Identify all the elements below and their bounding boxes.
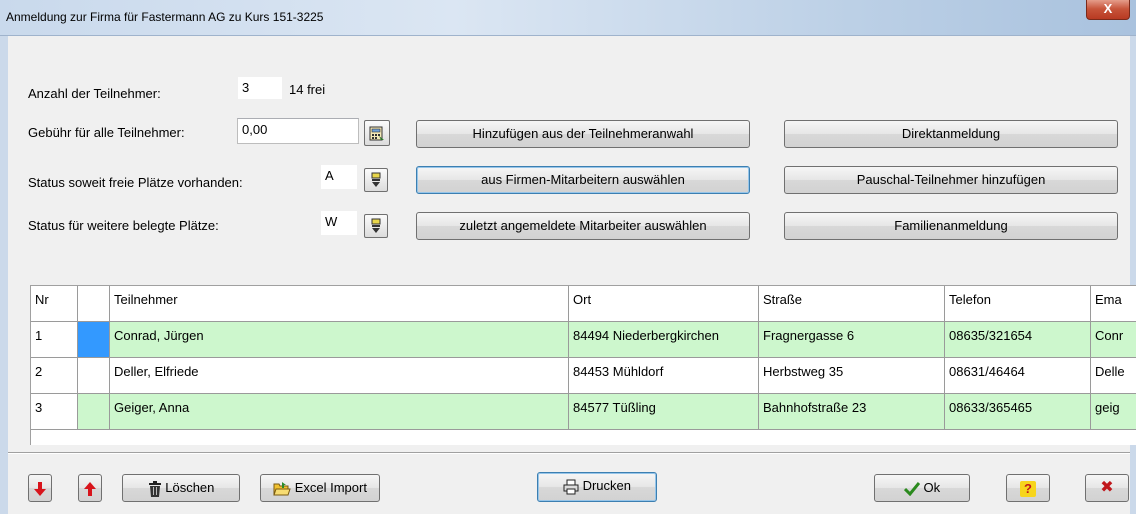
dialog-window: Anmeldung zur Firma für Fastermann AG zu… bbox=[0, 0, 1136, 514]
column-header-street[interactable]: Straße bbox=[759, 286, 945, 322]
status-booked-label: Status für weitere belegte Plätze: bbox=[28, 218, 219, 233]
arrow-up-icon bbox=[84, 480, 96, 496]
excel-import-button[interactable]: Excel Import bbox=[260, 474, 380, 502]
select-company-staff-button[interactable]: aus Firmen-Mitarbeitern auswählen bbox=[416, 166, 750, 194]
checkmark-icon bbox=[903, 480, 924, 496]
participants-count-field[interactable]: 3 bbox=[237, 76, 283, 100]
fee-label: Gebühr für alle Teilnehmer: bbox=[28, 125, 185, 140]
ok-button[interactable]: Ok bbox=[874, 474, 970, 502]
participant-phone: 08633/365465 bbox=[945, 394, 1091, 430]
add-flat-rate-participants-button[interactable]: Pauschal-Teilnehmer hinzufügen bbox=[784, 166, 1118, 194]
excel-import-button-label: Excel Import bbox=[294, 480, 367, 495]
participant-street: Fragnergasse 6 bbox=[759, 322, 945, 358]
help-button[interactable]: ? bbox=[1006, 474, 1050, 502]
select-last-registered-staff-button[interactable]: zuletzt angemeldete Mitarbeiter auswähle… bbox=[416, 212, 750, 240]
free-places-text: 14 frei bbox=[289, 82, 326, 97]
calculate-fee-button[interactable] bbox=[364, 120, 390, 146]
row-number: 2 bbox=[31, 358, 78, 394]
fee-input[interactable]: 0,00 bbox=[237, 118, 359, 144]
add-from-participant-selection-button[interactable]: Hinzufügen aus der Teilnehmeranwahl bbox=[416, 120, 750, 148]
column-header-email[interactable]: Ema bbox=[1091, 286, 1136, 322]
participant-name: Geiger, Anna bbox=[110, 394, 569, 430]
printer-icon bbox=[563, 478, 583, 495]
column-header-selector bbox=[78, 286, 110, 322]
table-row[interactable]: 2 Deller, Elfriede 84453 Mühldorf Herbst… bbox=[31, 358, 1136, 394]
status-free-input[interactable]: A bbox=[320, 164, 358, 190]
row-selection-indicator[interactable] bbox=[78, 394, 110, 430]
participant-email: Conr bbox=[1091, 322, 1136, 358]
cancel-button[interactable]: ✖ bbox=[1085, 474, 1129, 502]
participant-street: Herbstweg 35 bbox=[759, 358, 945, 394]
folder-open-icon bbox=[273, 480, 295, 496]
trash-icon bbox=[148, 480, 166, 497]
status-booked-input[interactable]: W bbox=[320, 210, 358, 236]
participant-city: 84453 Mühldorf bbox=[569, 358, 759, 394]
participant-city: 84494 Niederbergkirchen bbox=[569, 322, 759, 358]
delete-button-label: Löschen bbox=[165, 480, 215, 495]
window-close-button[interactable]: X bbox=[1086, 0, 1130, 20]
cancel-icon: ✖ bbox=[1100, 479, 1114, 496]
dropdown-picker-icon bbox=[369, 172, 383, 189]
row-number: 1 bbox=[31, 322, 78, 358]
move-up-button[interactable] bbox=[78, 474, 102, 502]
participant-name: Conrad, Jürgen bbox=[110, 322, 569, 358]
help-icon: ? bbox=[1020, 480, 1036, 497]
table-header-row: Nr Teilnehmer Ort Straße Telefon Ema bbox=[31, 286, 1136, 322]
status-booked-picker-button[interactable] bbox=[364, 214, 388, 238]
row-selection-indicator[interactable] bbox=[78, 358, 110, 394]
print-button[interactable]: Drucken bbox=[537, 472, 657, 502]
column-header-participant[interactable]: Teilnehmer bbox=[110, 286, 569, 322]
column-header-nr[interactable]: Nr bbox=[31, 286, 78, 322]
footer-separator bbox=[8, 452, 1130, 454]
status-free-label: Status soweit freie Plätze vorhanden: bbox=[28, 175, 243, 190]
window-left-border bbox=[0, 36, 8, 514]
table-row[interactable]: 1 Conrad, Jürgen 84494 Niederbergkirchen… bbox=[31, 322, 1136, 358]
participant-email: Delle bbox=[1091, 358, 1136, 394]
participant-street: Bahnhofstraße 23 bbox=[759, 394, 945, 430]
row-number: 3 bbox=[31, 394, 78, 430]
status-free-picker-button[interactable] bbox=[364, 168, 388, 192]
column-header-phone[interactable]: Telefon bbox=[945, 286, 1091, 322]
participant-name: Deller, Elfriede bbox=[110, 358, 569, 394]
participant-phone: 08635/321654 bbox=[945, 322, 1091, 358]
table-row[interactable]: 3 Geiger, Anna 84577 Tüßling Bahnhofstra… bbox=[31, 394, 1136, 430]
window-title: Anmeldung zur Firma für Fastermann AG zu… bbox=[6, 10, 324, 24]
delete-button[interactable]: Löschen bbox=[122, 474, 240, 502]
participants-table[interactable]: Nr Teilnehmer Ort Straße Telefon Ema 1 C… bbox=[30, 285, 1136, 445]
participant-email: geig bbox=[1091, 394, 1136, 430]
column-header-city[interactable]: Ort bbox=[569, 286, 759, 322]
ok-button-label: Ok bbox=[923, 480, 941, 495]
move-down-button[interactable] bbox=[28, 474, 52, 502]
participant-phone: 08631/46464 bbox=[945, 358, 1091, 394]
calculator-icon bbox=[368, 124, 386, 142]
dropdown-picker-icon bbox=[369, 218, 383, 235]
print-button-label: Drucken bbox=[582, 478, 632, 493]
row-selection-indicator[interactable] bbox=[78, 322, 110, 358]
participants-count-label: Anzahl der Teilnehmer: bbox=[28, 86, 161, 101]
arrow-down-icon bbox=[34, 480, 46, 496]
participant-city: 84577 Tüßling bbox=[569, 394, 759, 430]
title-bar[interactable]: Anmeldung zur Firma für Fastermann AG zu… bbox=[0, 0, 1136, 36]
direct-registration-button[interactable]: Direktanmeldung bbox=[784, 120, 1118, 148]
family-registration-button[interactable]: Familienanmeldung bbox=[784, 212, 1118, 240]
